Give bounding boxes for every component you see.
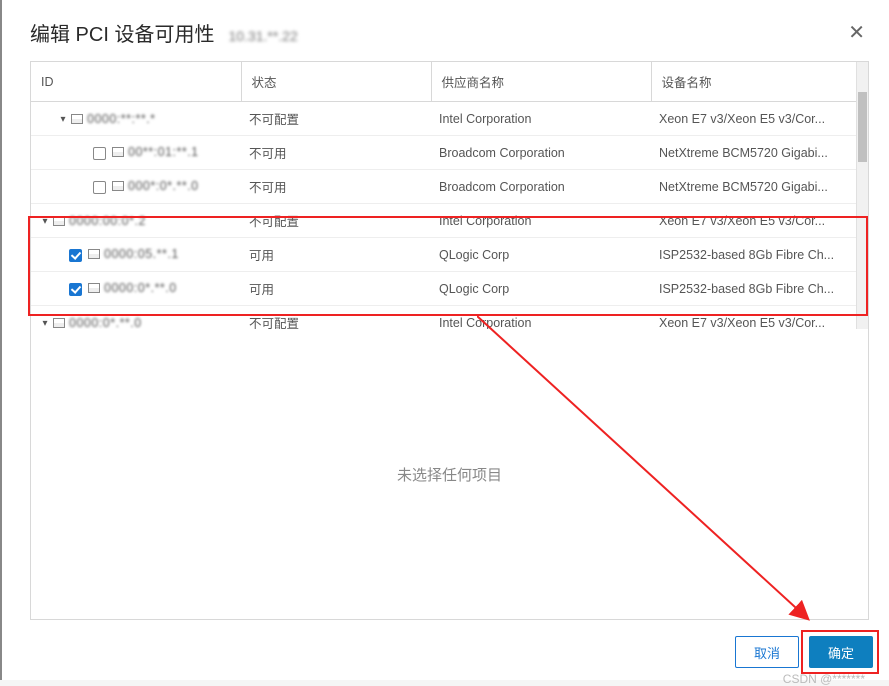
cell-state: 不可用 [241, 170, 431, 204]
row-checkbox[interactable] [93, 147, 106, 160]
pci-device-table: ID 状态 供应商名称 设备名称 ▾0000:**:**.*不可配置Intel … [31, 62, 868, 329]
cell-vendor: Broadcom Corporation [431, 136, 651, 170]
watermark-text: CSDN @******* [783, 672, 865, 686]
empty-selection-text: 未选择任何项目 [397, 464, 502, 485]
cell-device: ISP2532-based 8Gb Fibre Ch... [651, 238, 868, 272]
table-row[interactable]: ▾ 0000:00:0*.2 不可配置Intel CorporationXeon E… [31, 204, 868, 238]
expand-toggle-icon[interactable]: ▾ [39, 216, 51, 227]
scrollbar-thumb[interactable] [858, 92, 867, 162]
cell-state: 可用 [241, 272, 431, 306]
device-id-text: 0000:05.**.1 [104, 247, 179, 261]
cell-vendor: Intel Corporation [431, 306, 651, 330]
table-row[interactable]: 0000:0*.**.0 可用QLogic CorpISP2532-based 8… [31, 272, 868, 306]
cell-device: NetXtreme BCM5720 Gigabi... [651, 136, 868, 170]
cell-device: Xeon E7 v3/Xeon E5 v3/Cor... [651, 102, 868, 136]
device-id-text: 0000:0*.**.0 [69, 316, 142, 330]
row-checkbox[interactable] [69, 283, 82, 296]
pci-device-icon [88, 249, 100, 259]
col-header-id[interactable]: ID [31, 62, 241, 102]
dialog-header: 编辑 PCI 设备可用性 10.31.**.22 ✕ [2, 0, 889, 61]
device-id-text: 000*:0*.**.0 [128, 179, 199, 193]
cell-id: 000*:0*.**.0 [31, 170, 241, 204]
pci-device-icon [53, 216, 65, 226]
table-row[interactable]: ▾ 0000:0*.**.0 不可配置Intel CorporationXeon E… [31, 306, 868, 330]
empty-selection-message: 未选择任何项目 [30, 329, 869, 620]
cell-state: 可用 [241, 238, 431, 272]
pci-device-icon [88, 283, 100, 293]
table-row[interactable]: ▾ 0000:**:**.* 不可配置Intel CorporationXeon E… [31, 102, 868, 136]
pci-device-icon [112, 181, 124, 191]
ok-button[interactable]: 确定 [809, 636, 873, 668]
cell-vendor: Intel Corporation [431, 204, 651, 238]
cell-vendor: Intel Corporation [431, 102, 651, 136]
cancel-button[interactable]: 取消 [735, 636, 799, 668]
cell-vendor: QLogic Corp [431, 272, 651, 306]
cell-state: 不可配置 [241, 306, 431, 330]
device-id-text: 0000:0*.**.0 [104, 281, 177, 295]
cell-state: 不可用 [241, 136, 431, 170]
device-id-text: 00**:01:**.1 [128, 145, 199, 159]
table-scrollbar[interactable] [856, 62, 868, 329]
expand-toggle-icon[interactable]: ▾ [39, 318, 51, 329]
pci-device-icon [71, 114, 83, 124]
table-row[interactable]: 00**:01:**.1 不可用Broadcom CorporationNetXt… [31, 136, 868, 170]
cell-device: ISP2532-based 8Gb Fibre Ch... [651, 272, 868, 306]
title-row: 编辑 PCI 设备可用性 10.31.**.22 [30, 18, 298, 47]
dialog-host-ip: 10.31.**.22 [228, 28, 297, 44]
col-header-state[interactable]: 状态 [241, 62, 431, 102]
row-checkbox[interactable] [93, 181, 106, 194]
cell-id: 0000:05.**.1 [31, 238, 241, 272]
cell-device: Xeon E7 v3/Xeon E5 v3/Cor... [651, 306, 868, 330]
cell-vendor: QLogic Corp [431, 238, 651, 272]
cell-id: 00**:01:**.1 [31, 136, 241, 170]
pci-device-icon [53, 318, 65, 328]
cell-device: NetXtreme BCM5720 Gigabi... [651, 170, 868, 204]
dialog-footer: 取消 确定 [2, 626, 889, 680]
device-id-text: 0000:**:**.* [87, 112, 156, 126]
device-id-text: 0000:00:0*.2 [69, 214, 146, 228]
cell-id: ▾ 0000:0*.**.0 [31, 306, 241, 330]
cell-id: ▾ 0000:00:0*.2 [31, 204, 241, 238]
table-row[interactable]: 0000:05.**.1 可用QLogic CorpISP2532-based 8… [31, 238, 868, 272]
expand-toggle-icon[interactable]: ▾ [57, 114, 69, 125]
col-header-vendor[interactable]: 供应商名称 [431, 62, 651, 102]
cell-state: 不可配置 [241, 102, 431, 136]
cell-device: Xeon E7 v3/Xeon E5 v3/Cor... [651, 204, 868, 238]
col-header-device[interactable]: 设备名称 [651, 62, 868, 102]
pci-device-icon [112, 147, 124, 157]
cell-id: ▾ 0000:**:**.* [31, 102, 241, 136]
cell-state: 不可配置 [241, 204, 431, 238]
cell-vendor: Broadcom Corporation [431, 170, 651, 204]
table-header-row: ID 状态 供应商名称 设备名称 [31, 62, 868, 102]
close-button[interactable]: ✕ [848, 23, 865, 43]
edit-pci-availability-dialog: 编辑 PCI 设备可用性 10.31.**.22 ✕ ID 状态 供应商名称 设… [0, 0, 889, 680]
row-checkbox[interactable] [69, 249, 82, 262]
dialog-title: 编辑 PCI 设备可用性 [30, 18, 214, 47]
pci-device-table-container: ID 状态 供应商名称 设备名称 ▾0000:**:**.*不可配置Intel … [30, 61, 869, 329]
cell-id: 0000:0*.**.0 [31, 272, 241, 306]
table-body: ▾0000:**:**.*不可配置Intel CorporationXeon E… [31, 102, 868, 330]
table-row[interactable]: 000*:0*.**.0 不可用Broadcom CorporationNetXt… [31, 170, 868, 204]
